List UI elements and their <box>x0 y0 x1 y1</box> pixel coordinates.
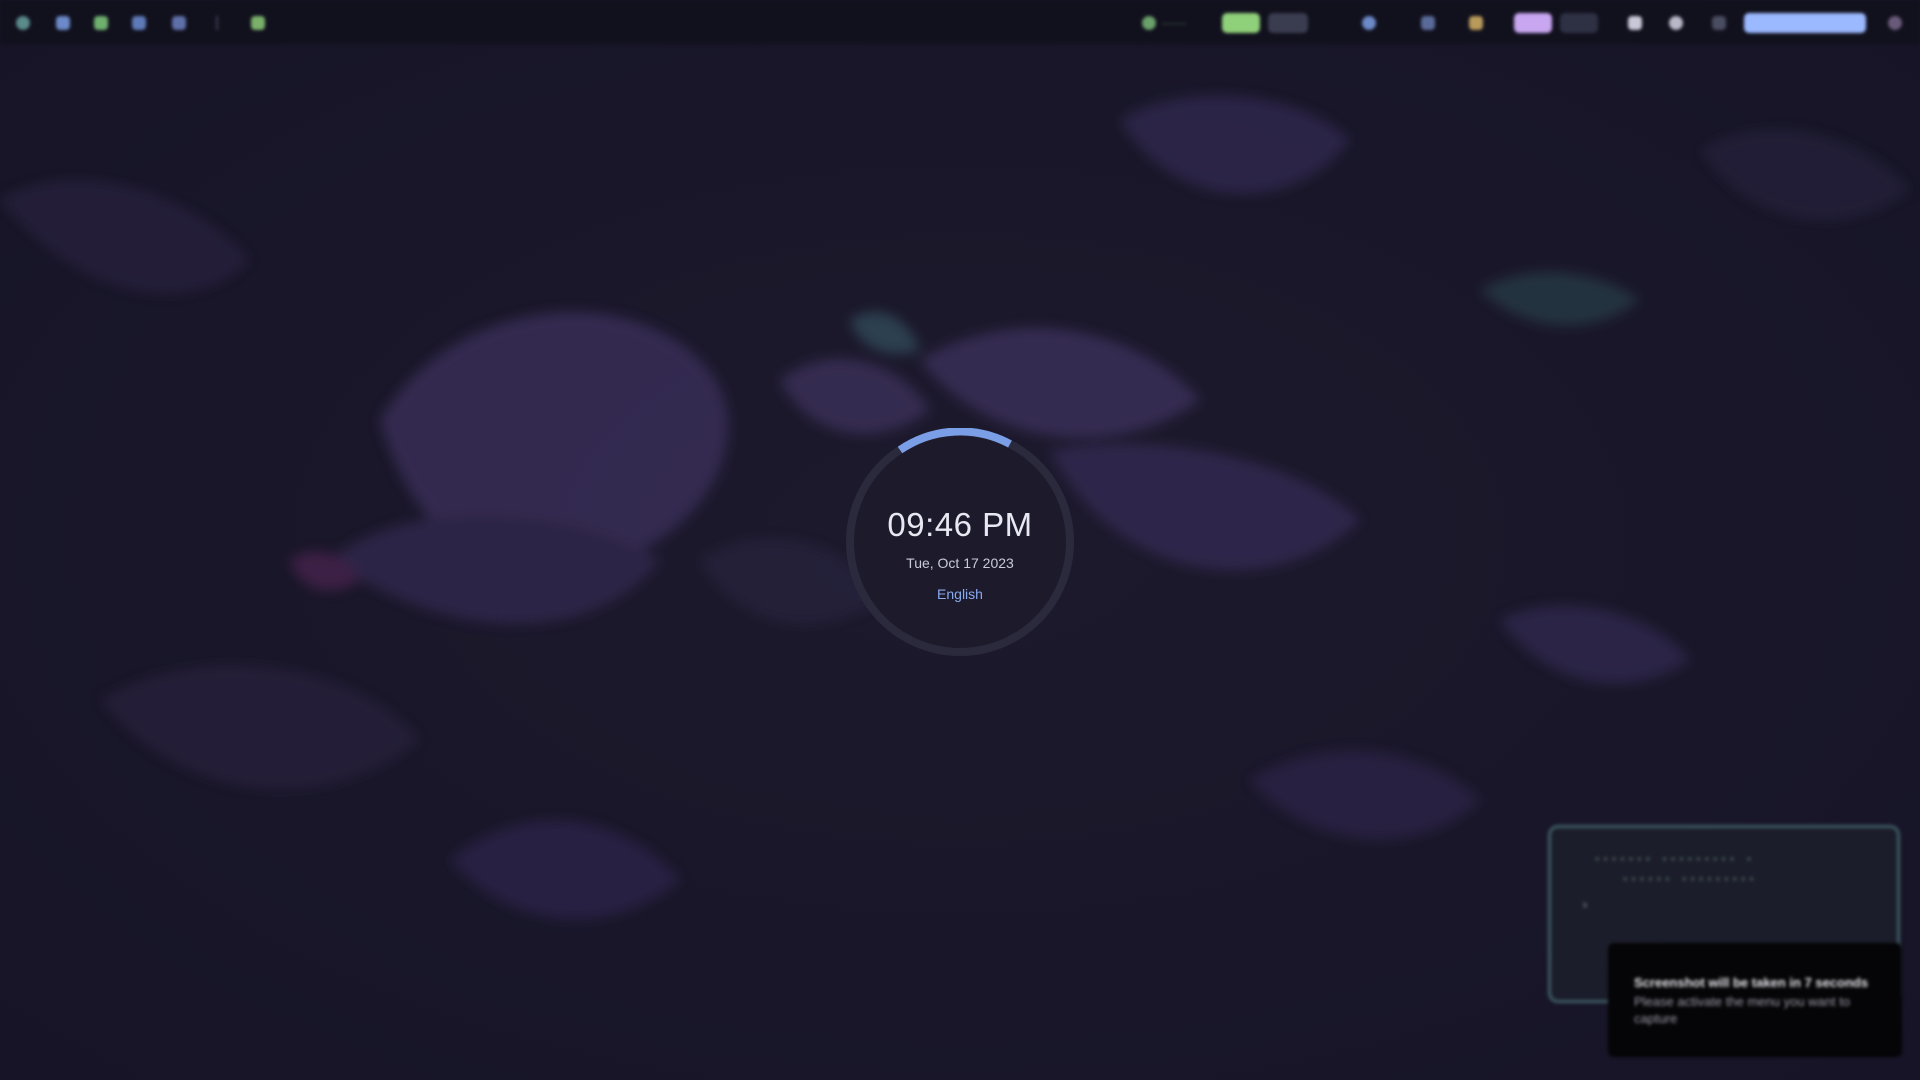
clock-date: Tue, Oct 17 2023 <box>906 555 1014 571</box>
battery-icon <box>1456 13 1496 33</box>
notification-popup[interactable]: Screenshot will be taken in 7 seconds Pl… <box>1608 943 1902 1057</box>
shield-icon[interactable] <box>92 13 110 33</box>
folder-icon[interactable] <box>54 13 72 33</box>
bell-icon[interactable] <box>1625 13 1645 33</box>
window-icon[interactable] <box>1268 13 1308 33</box>
notification-body: Please activate the menu you want to cap… <box>1634 994 1851 1026</box>
clock-icon[interactable] <box>1744 13 1866 33</box>
mic-icon[interactable] <box>1418 13 1438 33</box>
update-icon[interactable]: ······ <box>1124 13 1204 33</box>
terminal-line: ······· ········· · <box>1593 852 1754 868</box>
chat-icon[interactable] <box>170 13 188 33</box>
terminal-prompt: › <box>1581 898 1589 913</box>
network-icon[interactable] <box>1706 13 1732 33</box>
arch-logo-icon[interactable] <box>14 13 32 33</box>
top-bar: ······ <box>0 0 1920 44</box>
cpu-icon <box>1334 13 1404 33</box>
keyboard-language[interactable]: English <box>846 586 1074 602</box>
window-icon[interactable] <box>1560 13 1598 33</box>
mail-icon[interactable] <box>130 13 148 33</box>
terminal-line: ······ ········· <box>1621 872 1756 888</box>
image-icon[interactable] <box>248 13 268 33</box>
avatar-icon[interactable] <box>1884 13 1906 33</box>
search-icon[interactable] <box>1514 13 1552 33</box>
workspace-icon[interactable] <box>1222 13 1260 33</box>
clock-time: 09:46 PM <box>887 506 1033 543</box>
notification-title: Screenshot will be taken in 7 seconds <box>1634 975 1869 990</box>
power-icon[interactable] <box>1666 13 1686 33</box>
separator-icon <box>208 13 226 33</box>
